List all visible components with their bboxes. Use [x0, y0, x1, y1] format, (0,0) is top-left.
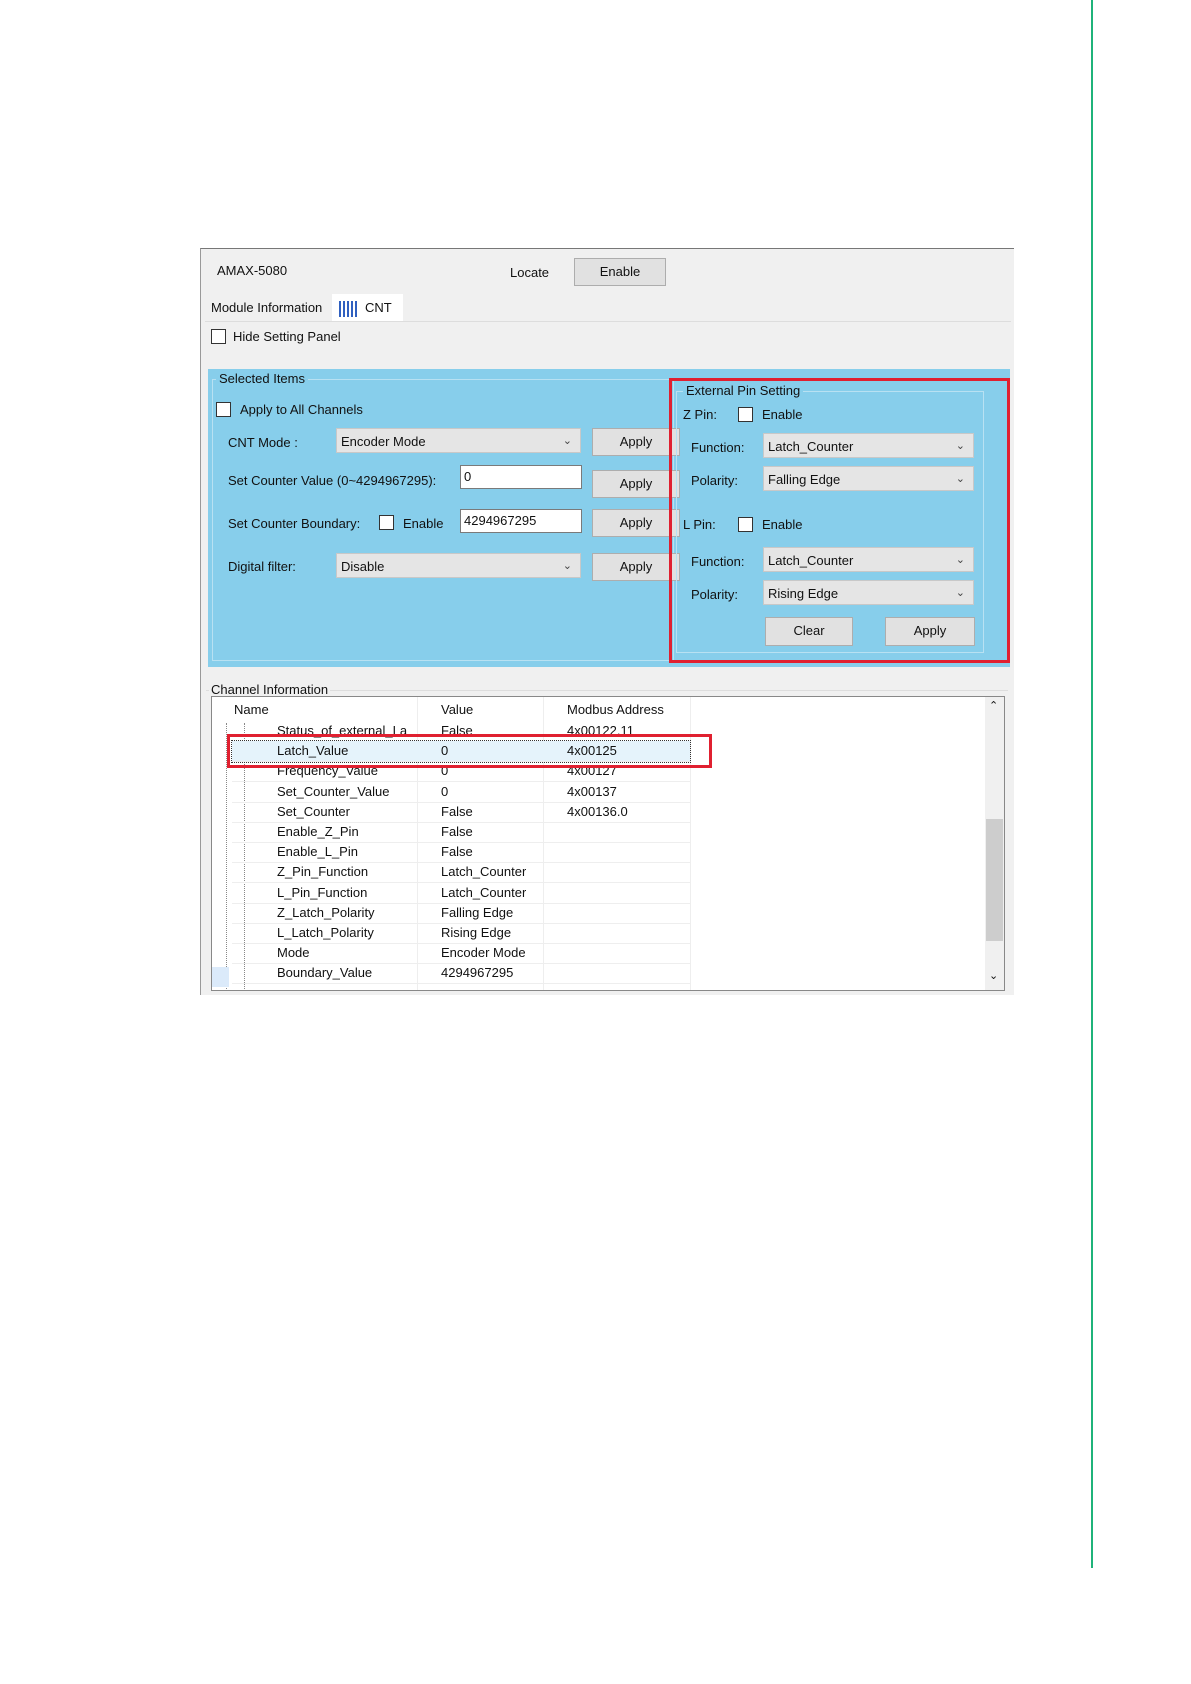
cell-value: Rising Edge [441, 925, 512, 940]
table-row[interactable]: Mode Encoder Mode [232, 943, 690, 965]
apply-all-channels-checkbox[interactable] [216, 402, 231, 417]
settings-panel: Selected Items Apply to All Channels CNT… [208, 369, 1010, 667]
counter-value-label: Set Counter Value (0~4294967295): [228, 473, 437, 488]
cell-value: 4294967295 [441, 965, 514, 981]
digital-filter-apply-button[interactable]: Apply [592, 553, 680, 581]
chevron-down-icon: ⌄ [562, 435, 572, 447]
table-row[interactable]: Enable_L_Pin False [232, 842, 690, 864]
cell-name: Mode [277, 945, 310, 961]
highlight-box-external-pin [669, 378, 1010, 663]
counter-boundary-input[interactable]: 4294967295 [460, 509, 582, 533]
cell-name: L_Pin_Function [277, 884, 368, 900]
counter-value-input[interactable]: 0 [460, 465, 582, 489]
cell-name: Z_Pin_Function [277, 864, 369, 880]
table-row[interactable]: L_Pin_Function Latch_Counter [232, 883, 690, 904]
cell-modbus-address: 4x00137 [567, 783, 617, 799]
table-row[interactable]: Boundary_Value 4294967295 [232, 963, 690, 985]
cell-value: Encoder Mode [441, 945, 526, 961]
vertical-scrollbar[interactable]: ⌃ ⌄ [985, 697, 1004, 990]
cell-name: Enable_Z_Pin [277, 824, 359, 839]
digital-filter-label: Digital filter: [228, 559, 296, 574]
cell-name: Set_Counter_Value [277, 783, 390, 799]
hide-setting-panel-checkbox[interactable] [211, 329, 226, 344]
boundary-enable-label: Enable [403, 516, 444, 531]
cnt-mode-value: Encoder Mode [341, 434, 426, 449]
column-header-name[interactable]: Name [234, 700, 269, 720]
locate-enable-button[interactable]: Enable [574, 258, 666, 286]
column-header-value[interactable]: Value [441, 700, 473, 720]
row-selection-marker [212, 967, 229, 987]
page-margin-rule [1091, 0, 1093, 1568]
cnt-mode-select[interactable]: Encoder Mode ⌄ [336, 428, 581, 453]
highlight-box-latch-value [227, 734, 712, 768]
boundary-enable-checkbox[interactable] [379, 515, 394, 530]
cell-value: False [441, 844, 473, 860]
cell-value: False [441, 824, 473, 839]
cell-name: L_Latch_Polarity [277, 925, 374, 940]
table-row[interactable]: Set_Counter False 4x00136.0 [232, 802, 690, 823]
table-header: Name Value Modbus Address [232, 700, 690, 720]
table-row[interactable]: L_Latch_Polarity Rising Edge [232, 923, 690, 944]
counter-icon [339, 300, 359, 317]
tab-module-information[interactable]: Module Information [204, 294, 330, 321]
cell-name: Enable_L_Pin [277, 844, 358, 860]
digital-filter-value: Disable [341, 559, 385, 574]
tab-cnt-label: CNT [365, 300, 392, 315]
locate-label: Locate [510, 265, 550, 280]
scroll-down-icon[interactable]: ⌄ [989, 969, 998, 982]
cell-name: Set_Counter [277, 803, 350, 819]
counter-value-apply-button[interactable]: Apply [592, 470, 680, 498]
column-header-modbus[interactable]: Modbus Address [567, 700, 664, 720]
channel-info-title: Channel Information [209, 682, 331, 697]
cnt-mode-apply-button[interactable]: Apply [592, 428, 680, 456]
cell-value: Latch_Counter [441, 864, 527, 880]
scroll-up-icon[interactable]: ⌃ [989, 699, 998, 712]
apply-all-channels-label: Apply to All Channels [240, 402, 363, 417]
amax-utility-window: AMAX-5080 Locate Enable Module Informati… [200, 248, 1014, 995]
cell-value: Latch_Counter [441, 884, 527, 900]
scrollbar-thumb[interactable] [986, 819, 1003, 941]
cell-value: False [441, 803, 473, 819]
digital-filter-select[interactable]: Disable ⌄ [336, 553, 581, 578]
cell-modbus-address: 4x00136.0 [567, 803, 628, 819]
counter-boundary-label: Set Counter Boundary: [228, 516, 361, 531]
cell-name: Boundary_Value [277, 965, 373, 981]
table-row[interactable]: Enable_Z_Pin False [232, 822, 690, 843]
table-row[interactable]: Z_Latch_Polarity Falling Edge [232, 903, 690, 924]
cell-value: Falling Edge [441, 904, 514, 920]
cell-value: 0 [441, 783, 449, 799]
device-name: AMAX-5080 [217, 263, 288, 278]
chevron-down-icon: ⌄ [562, 560, 572, 572]
table-row[interactable]: Set_Counter_Value 0 4x00137 [232, 782, 690, 803]
selected-items-title: Selected Items [216, 371, 308, 386]
counter-boundary-apply-button[interactable]: Apply [592, 509, 680, 537]
cell-name: Z_Latch_Polarity [277, 904, 375, 920]
tab-cnt[interactable]: CNT [332, 294, 403, 321]
hide-setting-panel-label: Hide Setting Panel [233, 329, 341, 344]
cnt-mode-label: CNT Mode : [228, 435, 298, 450]
table-row[interactable]: Z_Pin_Function Latch_Counter [232, 862, 690, 884]
